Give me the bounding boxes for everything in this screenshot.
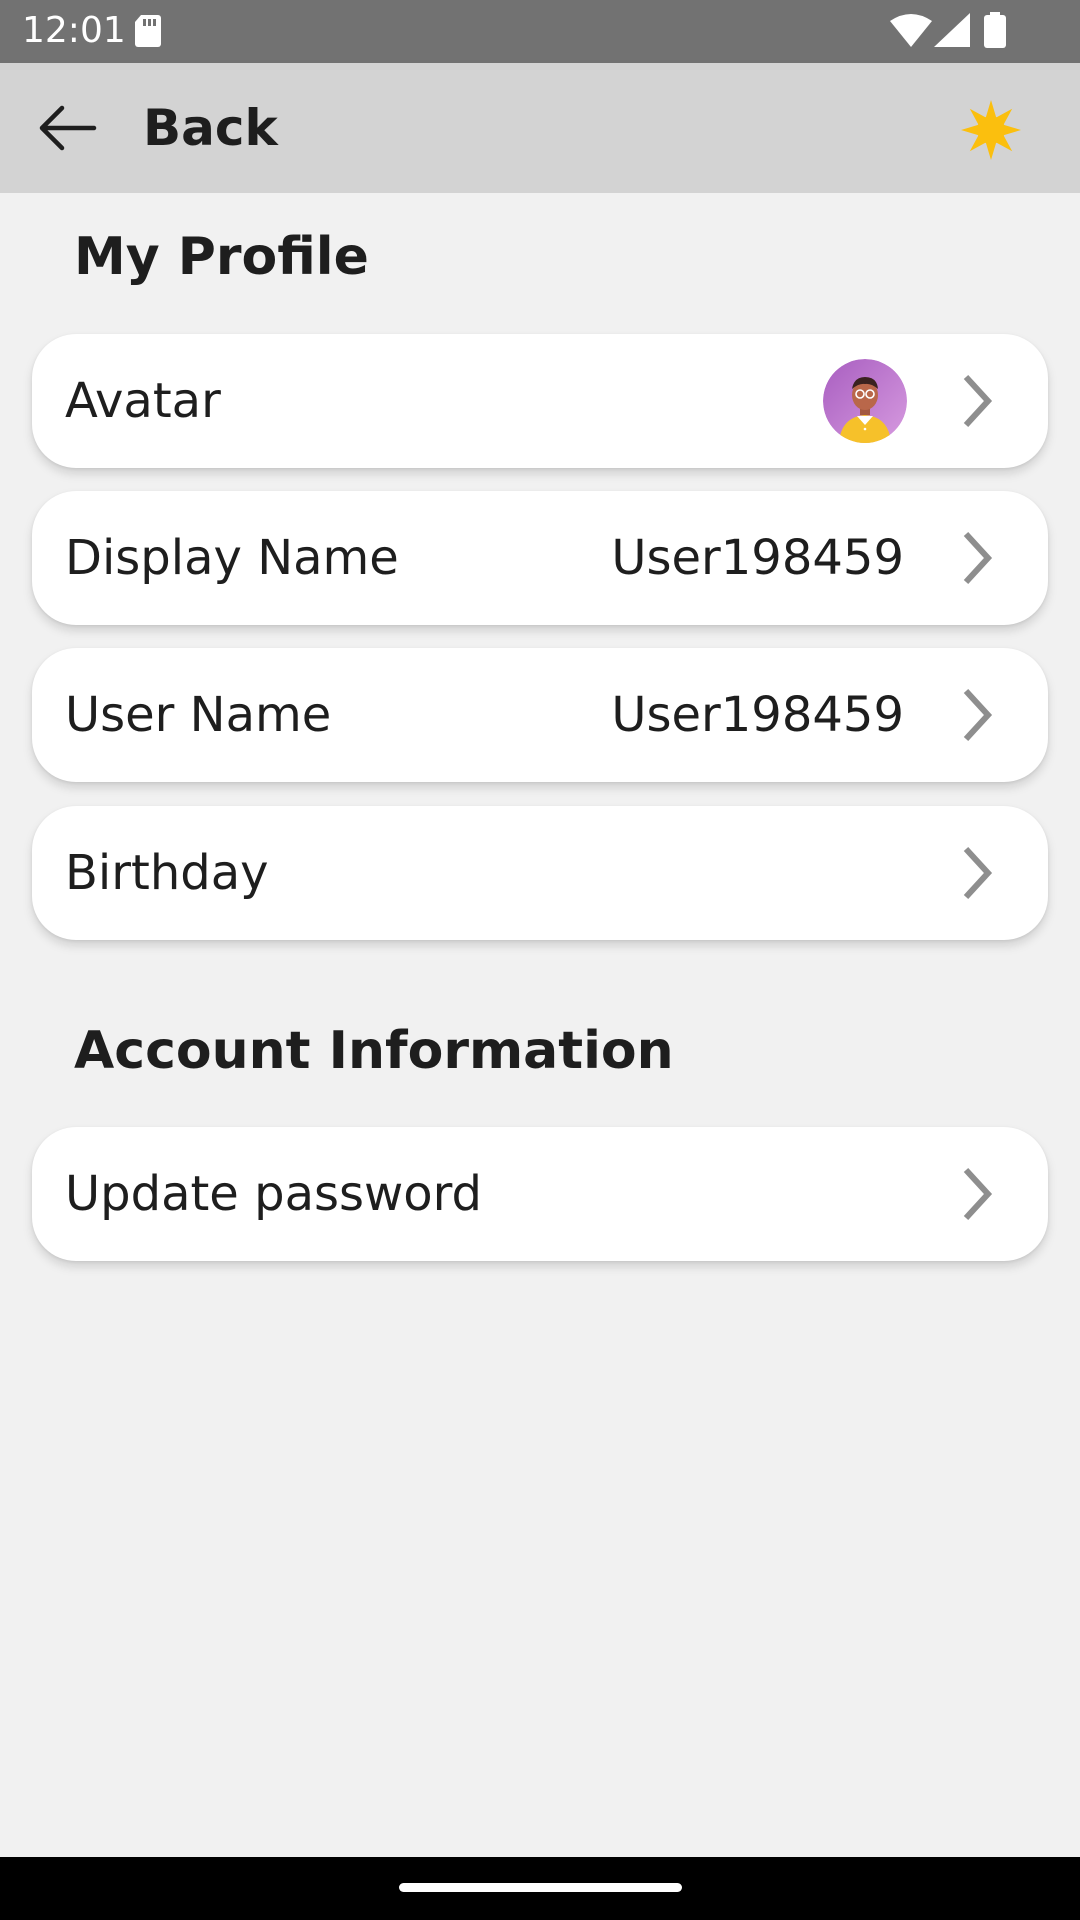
home-handle[interactable] [399, 1883, 682, 1892]
battery-icon [983, 12, 1007, 52]
profile-item-value: User198459 [611, 530, 904, 586]
status-bar: 12:01 [0, 0, 1080, 63]
profile-item-label: Avatar [65, 373, 221, 429]
chevron-right-icon [962, 846, 994, 904]
avatar [823, 359, 907, 443]
account-item-label: Update password [65, 1166, 482, 1222]
profile-item-label: Display Name [65, 530, 399, 586]
wifi-icon [890, 13, 932, 51]
app-bar: Back [0, 63, 1080, 193]
profile-item-display-name[interactable]: Display Name User198459 [32, 491, 1048, 625]
section-title-account-information: Account Information [74, 1021, 674, 1081]
chevron-right-icon [962, 374, 994, 432]
profile-item-avatar[interactable]: Avatar [32, 334, 1048, 468]
profile-item-birthday[interactable]: Birthday [32, 806, 1048, 940]
profile-item-value: User198459 [611, 687, 904, 743]
chevron-right-icon [962, 1167, 994, 1225]
sd-card-icon [133, 13, 163, 53]
back-button[interactable]: Back [143, 95, 278, 161]
profile-item-user-name[interactable]: User Name User198459 [32, 648, 1048, 782]
signal-icon [934, 13, 970, 51]
profile-item-label: User Name [65, 687, 332, 743]
navigation-bar [0, 1857, 1080, 1920]
sun-icon[interactable] [958, 97, 1024, 167]
account-item-update-password[interactable]: Update password [32, 1127, 1048, 1261]
chevron-right-icon [962, 688, 994, 746]
section-title-my-profile: My Profile [74, 227, 369, 287]
arrow-left-icon[interactable] [36, 103, 98, 157]
status-time: 12:01 [22, 10, 126, 51]
chevron-right-icon [962, 531, 994, 589]
profile-item-label: Birthday [65, 845, 269, 901]
